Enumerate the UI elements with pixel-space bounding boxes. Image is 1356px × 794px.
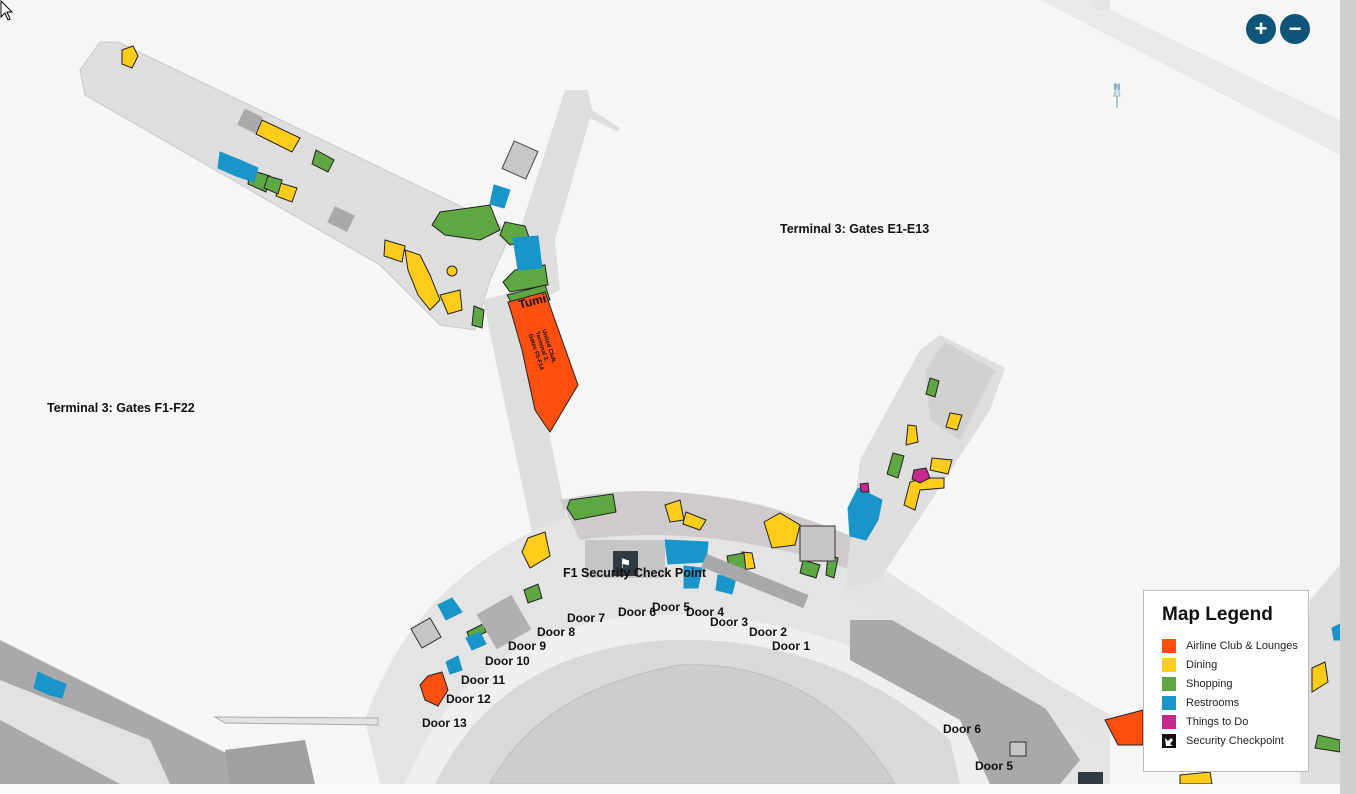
door-4-label: Door 4 [686,605,725,619]
legend-label: Dining [1186,659,1218,671]
legend-title: Map Legend [1162,604,1273,625]
door-9-label: Door 9 [508,639,547,653]
terminal-f-label: Terminal 3: Gates F1-F22 [47,401,195,415]
dining-shop[interactable] [446,265,458,277]
zoom-in-button[interactable]: + [1246,14,1276,44]
north-arrow-icon [1113,83,1121,108]
door-6-label: Door 6 [618,605,657,619]
door-5-east-label: Door 5 [975,759,1014,773]
terminal-e-label: Terminal 3: Gates E1-E13 [780,222,930,236]
map-bottom-edge [0,784,1340,794]
restrooms-swatch-icon [1162,696,1176,710]
security-checkpoint-marker[interactable] [1078,772,1103,784]
map-canvas[interactable]: ⚑ Tumi United Club,Terminal 3,Gates F5-F… [0,0,1340,784]
legend-label: Shopping [1186,678,1233,690]
door-10-label: Door 10 [485,654,530,668]
mouse-cursor-icon [0,0,14,21]
door-11-label: Door 11 [461,673,506,687]
shopping-swatch-icon [1162,677,1176,691]
door-12-label: Door 12 [446,692,491,706]
attraction[interactable] [859,482,870,493]
security-checkpoint-icon [1162,734,1176,748]
legend-label: Security Checkpoint [1186,735,1284,747]
door-7-label: Door 7 [567,611,606,625]
west-lot [225,740,315,784]
legend-item-security: Security Checkpoint [1162,733,1284,749]
map-legend: Map Legend Airline Club & Lounges Dining… [1143,590,1309,772]
restroom[interactable] [489,184,511,209]
legend-label: Restrooms [1186,697,1240,709]
door-13-label: Door 13 [422,716,467,730]
door-2-label: Door 2 [749,625,788,639]
west-skybridge [213,716,379,726]
restroom[interactable] [512,235,543,271]
dining-shop[interactable] [905,424,919,446]
dining-swatch-icon [1162,658,1176,672]
legend-item-dining: Dining [1162,657,1217,673]
legend-item-things-to-do: Things to Do [1162,714,1248,730]
shopping-store[interactable] [471,305,485,329]
legend-item-airline-club: Airline Club & Lounges [1162,638,1298,654]
f1-security-checkpoint-label: F1 Security Check Point [563,566,707,580]
airline-club-swatch-icon [1162,639,1176,653]
north-indicator: N [1108,82,1126,108]
things-to-do-swatch-icon [1162,715,1176,729]
concourse-f [79,41,509,331]
door-8-label: Door 8 [537,625,576,639]
alaska-lounge[interactable] [1104,709,1144,746]
dining-shop[interactable] [1179,771,1213,784]
page-scrollbar[interactable] [1340,0,1356,794]
restroom[interactable] [664,539,709,565]
zoom-out-button[interactable]: − [1280,14,1310,44]
door-1-label: Door 1 [772,639,811,653]
door-6-east-label: Door 6 [943,722,982,736]
legend-item-shopping: Shopping [1162,676,1233,692]
legend-item-restrooms: Restrooms [1162,695,1239,711]
legend-label: Things to Do [1186,716,1249,728]
door-5-label: Door 5 [652,600,691,614]
legend-label: Airline Club & Lounges [1186,640,1298,652]
airport-map[interactable]: ⚑ Tumi United Club,Terminal 3,Gates F5-F… [0,0,1340,784]
